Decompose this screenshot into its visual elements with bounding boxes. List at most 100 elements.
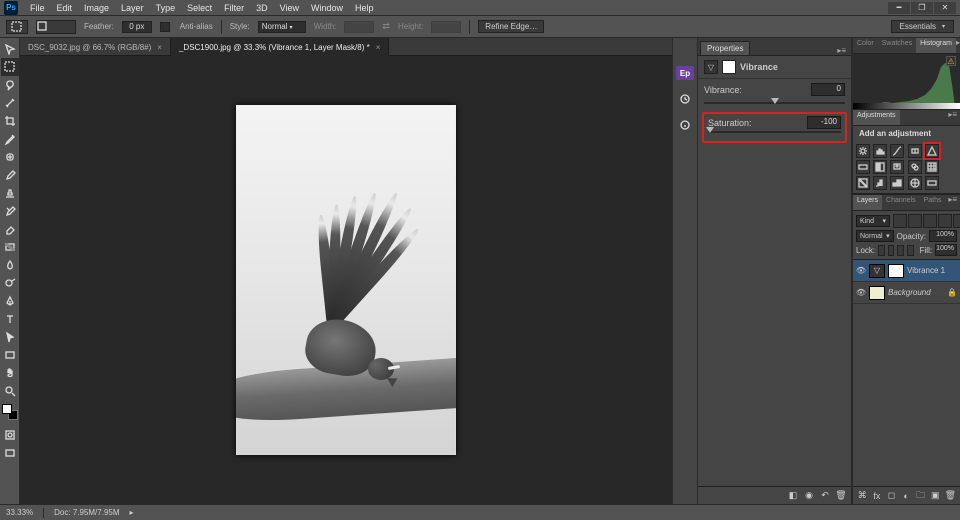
layer-fx-icon[interactable]: fx: [872, 490, 883, 502]
tool-pen[interactable]: [1, 292, 19, 310]
lock-all-icon[interactable]: [907, 245, 914, 256]
close-icon[interactable]: ×: [157, 43, 162, 52]
menu-type[interactable]: Type: [150, 3, 182, 13]
extension-panel-ep[interactable]: Ep: [674, 62, 696, 84]
doc-size[interactable]: Doc: 7.95M/7.95M: [54, 508, 119, 517]
panel-menu-icon[interactable]: ▸≡: [956, 38, 960, 53]
trash-icon[interactable]: 🗑: [835, 490, 847, 502]
view-previous-icon[interactable]: ◉: [803, 490, 815, 502]
adj-hue-icon[interactable]: [856, 160, 870, 174]
menu-file[interactable]: File: [24, 3, 51, 13]
layer-mask-icon[interactable]: [722, 60, 736, 74]
workspace-switcher[interactable]: Essentials: [891, 20, 954, 33]
properties-tab[interactable]: Properties: [700, 41, 750, 55]
new-adjustment-icon[interactable]: ◐: [901, 490, 912, 502]
history-panel-icon[interactable]: [674, 88, 696, 110]
add-mask-icon[interactable]: ◻: [886, 490, 897, 502]
refine-edge-button[interactable]: Refine Edge…: [478, 20, 544, 33]
lock-position-icon[interactable]: [897, 245, 904, 256]
adj-photo-filter-icon[interactable]: [890, 160, 904, 174]
color-tab[interactable]: Color: [853, 38, 878, 53]
tool-path-select[interactable]: [1, 328, 19, 346]
tool-move[interactable]: [1, 40, 19, 58]
fill-input[interactable]: 100%: [935, 244, 957, 256]
document-tab-0[interactable]: DSC_9032.jpg @ 66.7% (RGB/8#) ×: [20, 38, 171, 56]
tool-gradient[interactable]: [1, 238, 19, 256]
canvas-viewport[interactable]: [20, 56, 672, 504]
slider-thumb-icon[interactable]: [706, 127, 714, 133]
menu-edit[interactable]: Edit: [51, 3, 79, 13]
adj-bw-icon[interactable]: [873, 160, 887, 174]
slider-thumb-icon[interactable]: [771, 98, 779, 104]
blend-mode-dropdown[interactable]: Normal▾: [856, 230, 894, 242]
screen-mode-toggle[interactable]: [1, 444, 19, 462]
panel-menu-icon[interactable]: ▸≡: [837, 46, 849, 55]
lock-pixels-icon[interactable]: [888, 245, 895, 256]
document-tab-1[interactable]: _DSC1900.jpg @ 33.3% (Vibrance 1, Layer …: [171, 38, 389, 56]
histogram-tab[interactable]: Histogram: [916, 38, 956, 53]
adj-gradient-map-icon[interactable]: [925, 176, 939, 190]
adj-invert-icon[interactable]: [856, 176, 870, 190]
tool-lasso[interactable]: [1, 76, 19, 94]
adj-brightness-icon[interactable]: [856, 144, 870, 158]
tool-history-brush[interactable]: [1, 202, 19, 220]
adj-channel-mixer-icon[interactable]: [908, 160, 922, 174]
menu-view[interactable]: View: [274, 3, 305, 13]
window-restore[interactable]: ❐: [911, 2, 933, 14]
menu-image[interactable]: Image: [78, 3, 115, 13]
menu-window[interactable]: Window: [305, 3, 349, 13]
cache-warning-icon[interactable]: ⚠: [946, 56, 956, 66]
window-close[interactable]: ✕: [934, 2, 956, 14]
menu-select[interactable]: Select: [181, 3, 218, 13]
adj-exposure-icon[interactable]: [908, 144, 922, 158]
layer-name[interactable]: Background: [888, 288, 944, 297]
reset-icon[interactable]: ↶: [819, 490, 831, 502]
menu-3d[interactable]: 3D: [250, 3, 274, 13]
tool-stamp[interactable]: [1, 184, 19, 202]
tool-shape[interactable]: [1, 346, 19, 364]
panel-menu-icon[interactable]: ▸≡: [948, 110, 960, 125]
adj-color-lookup-icon[interactable]: [925, 160, 939, 174]
window-minimize[interactable]: ━: [888, 2, 910, 14]
adjustments-tab[interactable]: Adjustments: [853, 110, 900, 125]
quick-mask-toggle[interactable]: [1, 426, 19, 444]
panel-menu-icon[interactable]: ▸≡: [948, 195, 960, 210]
new-layer-icon[interactable]: ▣: [930, 490, 941, 502]
layer-name[interactable]: Vibrance 1: [907, 266, 957, 275]
filter-pixel-icon[interactable]: [893, 214, 907, 228]
menu-layer[interactable]: Layer: [115, 3, 150, 13]
tool-dodge[interactable]: [1, 274, 19, 292]
tool-type[interactable]: [1, 310, 19, 328]
paths-tab[interactable]: Paths: [920, 195, 946, 210]
color-swatches[interactable]: [2, 404, 18, 420]
tool-hand[interactable]: [1, 364, 19, 382]
layer-filter-kind[interactable]: Kind▾: [856, 215, 890, 227]
swatches-tab[interactable]: Swatches: [878, 38, 916, 53]
feather-input[interactable]: 0 px: [122, 21, 152, 33]
filter-shape-icon[interactable]: [938, 214, 952, 228]
layers-tab[interactable]: Layers: [853, 195, 882, 210]
link-layers-icon[interactable]: ⌘: [857, 490, 868, 502]
tool-magic-wand[interactable]: [1, 94, 19, 112]
antialias-checkbox[interactable]: [160, 22, 170, 32]
mask-thumb-icon[interactable]: [888, 264, 904, 278]
zoom-level[interactable]: 33.33%: [6, 508, 33, 517]
selection-mode-group[interactable]: [36, 20, 76, 34]
adj-vibrance-icon[interactable]: [925, 144, 939, 158]
menu-filter[interactable]: Filter: [218, 3, 250, 13]
tool-brush[interactable]: [1, 166, 19, 184]
chevron-right-icon[interactable]: ▸: [130, 508, 134, 517]
saturation-slider[interactable]: [708, 129, 841, 135]
adj-levels-icon[interactable]: [873, 144, 887, 158]
filter-smart-icon[interactable]: [953, 214, 960, 228]
layer-row-background[interactable]: 👁 Background 🔒: [853, 282, 960, 304]
active-tool-indicator[interactable]: [6, 20, 28, 34]
adj-curves-icon[interactable]: [890, 144, 904, 158]
adjustment-type-icon[interactable]: ▽: [704, 60, 718, 74]
filter-adj-icon[interactable]: [908, 214, 922, 228]
saturation-value-input[interactable]: -100: [807, 116, 841, 129]
tool-eraser[interactable]: [1, 220, 19, 238]
channels-tab[interactable]: Channels: [882, 195, 920, 210]
layer-row-vibrance[interactable]: 👁 ▽ Vibrance 1: [853, 260, 960, 282]
new-group-icon[interactable]: 🗀: [915, 490, 926, 502]
